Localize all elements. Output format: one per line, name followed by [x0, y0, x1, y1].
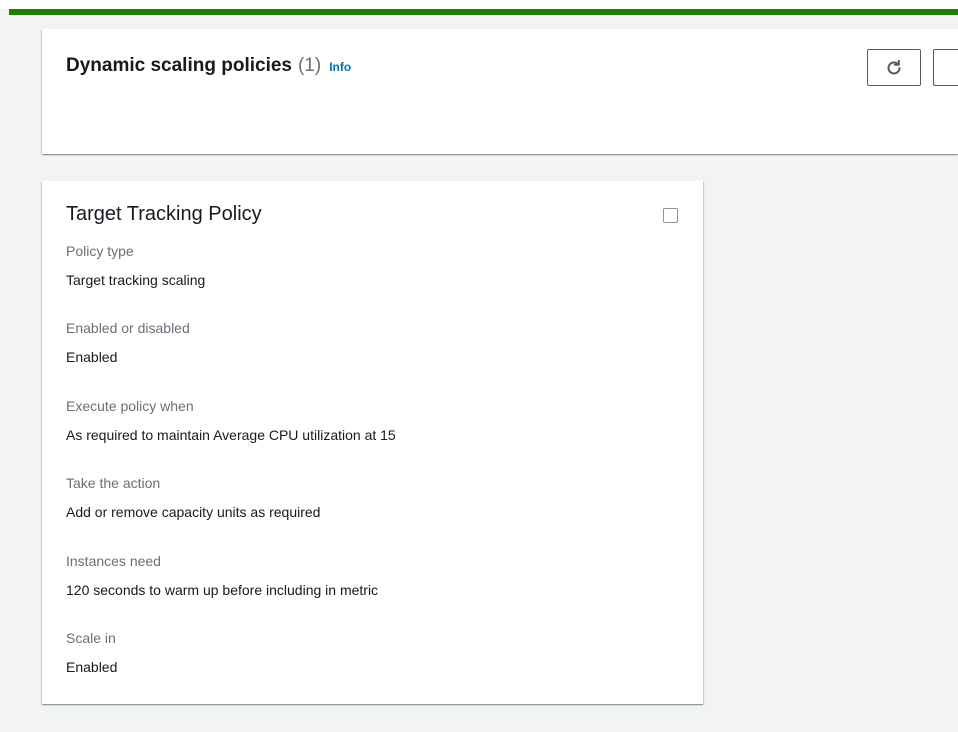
field-policy-type: Policy type Target tracking scaling — [66, 242, 205, 289]
dynamic-scaling-policies-header: Dynamic scaling policies (1) Info — [42, 29, 958, 154]
field-value: 120 seconds to warm up before including … — [66, 582, 379, 598]
field-label: Execute policy when — [66, 398, 194, 414]
header-title-row: Dynamic scaling policies (1) Info — [66, 55, 351, 77]
policy-title: Target Tracking Policy — [66, 203, 262, 225]
field-scale-in: Scale in Enabled — [66, 629, 117, 676]
field-value: Add or remove capacity units as required — [66, 504, 321, 520]
field-label: Scale in — [66, 630, 116, 646]
field-execute-policy-when: Execute policy when As required to maint… — [66, 397, 396, 444]
field-label: Instances need — [66, 553, 161, 569]
field-value: Target tracking scaling — [66, 272, 206, 288]
page-title: Dynamic scaling policies — [66, 55, 292, 76]
info-link[interactable]: Info — [329, 60, 351, 74]
actions-button[interactable] — [933, 49, 958, 86]
refresh-icon — [885, 59, 903, 77]
policy-select-checkbox[interactable] — [663, 208, 678, 223]
field-value: As required to maintain Average CPU util… — [66, 427, 396, 443]
field-enabled-or-disabled: Enabled or disabled Enabled — [66, 319, 190, 366]
policy-count: (1) — [297, 55, 322, 76]
field-take-the-action: Take the action Add or remove capacity u… — [66, 474, 320, 521]
field-value: Enabled — [66, 659, 118, 675]
field-value: Enabled — [66, 349, 118, 365]
field-label: Enabled or disabled — [66, 320, 190, 336]
field-label: Policy type — [66, 243, 134, 259]
field-label: Take the action — [66, 475, 161, 491]
top-strip — [0, 0, 958, 9]
success-flash-bar — [9, 9, 958, 15]
refresh-button[interactable] — [867, 49, 921, 86]
policy-card: Target Tracking Policy Policy type Targe… — [42, 181, 703, 704]
field-instances-need: Instances need 120 seconds to warm up be… — [66, 552, 378, 599]
